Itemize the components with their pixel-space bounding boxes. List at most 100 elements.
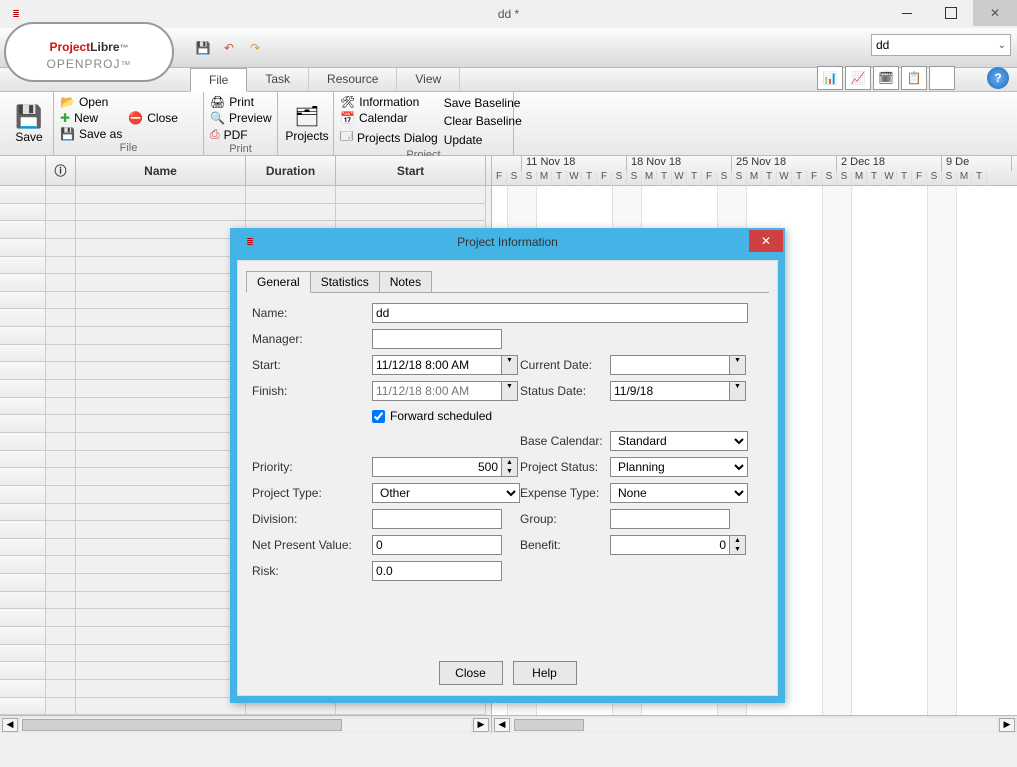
project-type-select[interactable]: Other [372, 483, 520, 503]
gantt-day: F [702, 171, 717, 186]
tab-task[interactable]: Task [247, 68, 309, 91]
close-file-button[interactable]: ⛔Close [128, 110, 178, 126]
tab-file[interactable]: File [190, 68, 247, 92]
division-field[interactable] [372, 509, 502, 529]
benefit-field[interactable] [610, 535, 730, 555]
project-information-dialog: ≣ Project Information ✕ General Statisti… [230, 228, 785, 703]
forward-scheduled-checkbox[interactable] [372, 410, 385, 423]
view-icon-5[interactable] [929, 66, 955, 90]
pdf-icon: ⎙ [210, 127, 220, 142]
current-date-picker[interactable]: ▼ [730, 355, 746, 375]
name-field[interactable] [372, 303, 748, 323]
clear-baseline-button[interactable]: Clear Baseline [444, 113, 522, 129]
open-button[interactable]: 📂Open [60, 94, 122, 110]
view-icon-2[interactable]: 📈 [845, 66, 871, 90]
projects-dialog-button[interactable]: 🗔Projects Dialog [340, 126, 438, 149]
dialog-help-btn[interactable]: Help [513, 661, 577, 685]
status-date-field[interactable] [610, 381, 730, 401]
dialog-title: Project Information [457, 235, 558, 249]
benefit-spinner[interactable]: ▲▼ [730, 535, 746, 555]
start-picker[interactable]: ▼ [502, 355, 518, 375]
label-expense-type: Expense Type: [520, 486, 610, 500]
label-project-type: Project Type: [252, 486, 372, 500]
update-button[interactable]: Update [444, 132, 522, 148]
preview-button[interactable]: 🔍Preview [210, 110, 272, 126]
start-field[interactable] [372, 355, 502, 375]
dialog-tab-general[interactable]: General [246, 271, 311, 293]
npv-field[interactable] [372, 535, 502, 555]
base-calendar-select[interactable]: Standard [610, 431, 748, 451]
save-baseline-button[interactable]: Save Baseline [444, 95, 522, 111]
gantt-date: 11 Nov 18 [522, 156, 627, 171]
col-start[interactable]: Start [336, 156, 486, 185]
close-button[interactable] [973, 0, 1017, 26]
saveas-button[interactable]: 💾Save as [60, 126, 122, 142]
qat-redo-icon[interactable]: ↷ [246, 39, 264, 57]
open-icon: 📂 [60, 95, 75, 109]
gantt-day: S [942, 171, 957, 186]
view-icon-3[interactable]: 🗓 [873, 66, 899, 90]
risk-field[interactable] [372, 561, 502, 581]
dialog-tab-statistics[interactable]: Statistics [310, 271, 380, 293]
col-info[interactable]: ⓘ [46, 156, 76, 185]
label-benefit: Benefit: [520, 538, 610, 552]
minimize-button[interactable] [885, 0, 929, 26]
status-date-picker[interactable]: ▼ [730, 381, 746, 401]
col-duration[interactable]: Duration [246, 156, 336, 185]
label-status-date: Status Date: [520, 384, 610, 398]
scroll-left-arrow[interactable]: ◀ [2, 718, 18, 732]
label-start: Start: [252, 358, 372, 372]
calendar-button[interactable]: 📅Calendar [340, 110, 438, 126]
col-rownum[interactable] [0, 156, 46, 185]
tab-view[interactable]: View [397, 68, 460, 91]
new-icon: ✚ [60, 111, 70, 125]
qat-save-icon[interactable]: 💾 [194, 39, 212, 57]
gantt-day: S [822, 171, 837, 186]
scrollbar-thumb[interactable] [22, 719, 342, 731]
help-icon[interactable]: ? [987, 67, 1009, 89]
expense-type-select[interactable]: None [610, 483, 748, 503]
qat-undo-icon[interactable]: ↶ [220, 39, 238, 57]
gantt-day: S [627, 171, 642, 186]
save-button[interactable]: 💾 Save [6, 94, 52, 153]
priority-spinner[interactable]: ▲▼ [502, 457, 518, 477]
gantt-day: M [852, 171, 867, 186]
new-button[interactable]: ✚New [60, 110, 122, 126]
finish-picker[interactable]: ▼ [502, 381, 518, 401]
gantt-date [492, 156, 522, 171]
project-selector[interactable]: dd ⌄ [871, 34, 1011, 56]
gantt-scrollbar-track[interactable] [512, 718, 997, 732]
scroll-right-arrow[interactable]: ▶ [473, 718, 489, 732]
pdf-button[interactable]: ⎙PDF [210, 126, 272, 143]
group-field[interactable] [610, 509, 730, 529]
information-button[interactable]: 🛠Information [340, 94, 438, 110]
dialog-close-button[interactable]: ✕ [749, 230, 783, 252]
label-forward: Forward scheduled [390, 409, 492, 423]
dialog-tab-notes[interactable]: Notes [379, 271, 432, 293]
view-icon-1[interactable]: 📊 [817, 66, 843, 90]
gantt-scroll-left[interactable]: ◀ [494, 718, 510, 732]
tab-resource[interactable]: Resource [309, 68, 397, 91]
gantt-date: 18 Nov 18 [627, 156, 732, 171]
label-division: Division: [252, 512, 372, 526]
projects-button[interactable]: 🗂 Projects [284, 94, 330, 153]
chevron-down-icon: ⌄ [998, 40, 1006, 51]
gantt-scroll-right[interactable]: ▶ [999, 718, 1015, 732]
project-status-select[interactable]: Planning [610, 457, 748, 477]
brand-logo: ProjectLibre™ OPENPROJ™ [4, 22, 174, 82]
gantt-day: M [642, 171, 657, 186]
dialog-close-btn[interactable]: Close [439, 661, 503, 685]
scrollbar-track[interactable] [20, 718, 471, 732]
label-project-status: Project Status: [520, 460, 610, 474]
priority-field[interactable] [372, 457, 502, 477]
gantt-day: S [612, 171, 627, 186]
print-button[interactable]: 🖨Print [210, 94, 272, 110]
current-date-field[interactable] [610, 355, 730, 375]
gantt-scrollbar-thumb[interactable] [514, 719, 584, 731]
manager-field[interactable] [372, 329, 502, 349]
col-name[interactable]: Name [76, 156, 246, 185]
info-icon: 🛠 [340, 95, 355, 109]
gantt-day: W [777, 171, 792, 186]
maximize-button[interactable] [929, 0, 973, 26]
view-icon-4[interactable]: 📋 [901, 66, 927, 90]
